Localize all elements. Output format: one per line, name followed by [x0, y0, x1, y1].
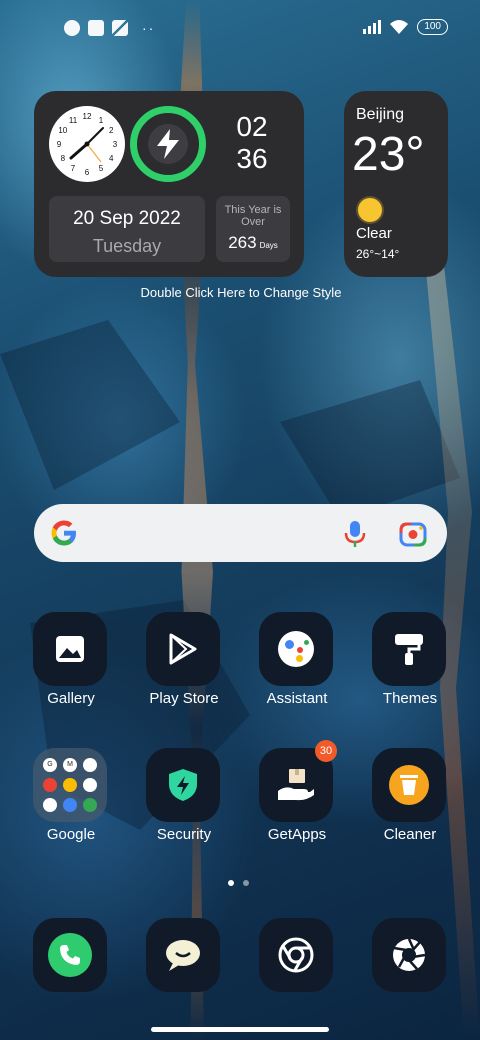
widget-hint[interactable]: Double Click Here to Change Style [0, 285, 480, 300]
app-security[interactable]: Security [129, 748, 239, 858]
wifi-icon [390, 20, 409, 34]
folder-app-icon [43, 798, 57, 812]
analog-clock: 12 1 2 3 4 5 6 7 8 9 10 11 [49, 106, 125, 182]
photo-notification-icon [112, 20, 128, 36]
weather-city: Beijing [356, 106, 405, 123]
notification-badge: 30 [315, 740, 337, 762]
app-label: Play Store [149, 690, 219, 707]
more-notifications-icon: ·· [142, 20, 156, 36]
signal-icon [363, 20, 382, 34]
app-label: Google [46, 826, 96, 843]
cleaner-icon [372, 748, 446, 822]
clock-numeral: 10 [58, 126, 67, 135]
dock-chrome[interactable] [242, 918, 352, 1028]
weather-widget[interactable]: Beijing 23° Clear 26°~14° [344, 91, 448, 277]
assistant-icon [259, 612, 333, 686]
app-play-store[interactable]: Play Store [129, 612, 239, 722]
themes-icon [372, 612, 446, 686]
google-folder-icon: G M [33, 748, 107, 822]
app-notification-icon [64, 20, 80, 36]
clock-numeral: 8 [61, 154, 66, 163]
app-assistant[interactable]: Assistant [242, 612, 352, 722]
folder-app-icon [63, 798, 77, 812]
clock-numeral: 11 [69, 116, 78, 125]
weather-range: 26°~14° [356, 247, 400, 261]
app-themes[interactable]: Themes [355, 612, 465, 722]
folder-app-icon: M [63, 758, 77, 772]
clock-numeral: 5 [99, 164, 104, 173]
gallery-icon [33, 612, 107, 686]
battery-indicator: 100 [417, 19, 448, 35]
folder-grid: G M [43, 758, 97, 812]
folder-app-icon [83, 758, 97, 772]
google-g-icon [51, 520, 76, 546]
app-label: Security [156, 826, 212, 843]
dock-camera[interactable] [355, 918, 465, 1028]
page-dot-active [228, 880, 234, 886]
clock-widget[interactable]: 12 1 2 3 4 5 6 7 8 9 10 11 02 36 20 Sep 2022 Tuesda… [34, 91, 304, 277]
year-unit: Days [259, 241, 278, 250]
dock-messaging[interactable] [129, 918, 239, 1028]
sun-icon [358, 198, 382, 222]
app-label: Gallery [47, 690, 95, 707]
year-count: 263 Days [216, 233, 290, 253]
weather-condition: Clear [356, 225, 392, 242]
charging-bolt-icon [148, 124, 188, 164]
clock-numeral: 9 [57, 140, 62, 149]
app-label: GetApps [267, 826, 327, 843]
chrome-icon [259, 918, 333, 992]
app-label: Themes [382, 690, 438, 707]
folder-app-icon [43, 778, 57, 792]
clock-numeral: 1 [99, 116, 104, 125]
time-minute: 36 [236, 143, 268, 174]
folder-app-icon [83, 798, 97, 812]
app-cleaner[interactable]: Cleaner [355, 748, 465, 858]
clock-numeral: 2 [109, 126, 114, 135]
clock-numeral: 4 [109, 154, 114, 163]
lens-icon[interactable] [399, 521, 427, 547]
folder-app-icon [63, 778, 77, 792]
status-bar: ·· 100 [0, 0, 480, 56]
phone-icon [33, 918, 107, 992]
digital-time: 02 36 [224, 111, 280, 175]
year-label: This Year is Over [224, 204, 282, 228]
system-icons: 100 [363, 19, 448, 35]
app-label: Cleaner [383, 826, 437, 843]
security-icon [146, 748, 220, 822]
mic-icon[interactable] [343, 520, 367, 548]
clock-numeral: 12 [83, 112, 92, 121]
time-hour: 02 [236, 111, 268, 142]
clock-numeral: 6 [85, 168, 90, 177]
messaging-icon [146, 918, 220, 992]
app-label: Assistant [266, 690, 328, 707]
folder-app-icon [83, 778, 97, 792]
wallpaper-shard [280, 380, 460, 520]
weather-temp: 23° [352, 128, 425, 181]
app-gallery[interactable]: Gallery [16, 612, 126, 722]
battery-ring [130, 106, 206, 182]
date-text: 20 Sep 2022 [73, 208, 181, 229]
clock-numeral: 7 [71, 164, 76, 173]
square-notification-icon [88, 20, 104, 36]
year-progress-box: This Year is Over 263 Days [216, 196, 290, 262]
notification-icons: ·· [64, 20, 155, 36]
weekday-text: Tuesday [92, 236, 162, 256]
wallpaper-shard [0, 320, 180, 490]
date-box: 20 Sep 2022 Tuesday [49, 196, 205, 262]
dock-phone[interactable] [16, 918, 126, 1028]
year-days: 263 [228, 233, 257, 252]
app-getapps[interactable]: 30 GetApps [242, 740, 352, 858]
page-indicator[interactable] [228, 880, 249, 886]
google-search-bar[interactable] [34, 504, 447, 562]
camera-icon [372, 918, 446, 992]
clock-numeral: 3 [113, 140, 118, 149]
folder-app-icon: G [43, 758, 57, 772]
play-store-icon [146, 612, 220, 686]
home-indicator[interactable] [151, 1027, 329, 1032]
app-google-folder[interactable]: G M Google [16, 748, 126, 858]
page-dot [243, 880, 249, 886]
